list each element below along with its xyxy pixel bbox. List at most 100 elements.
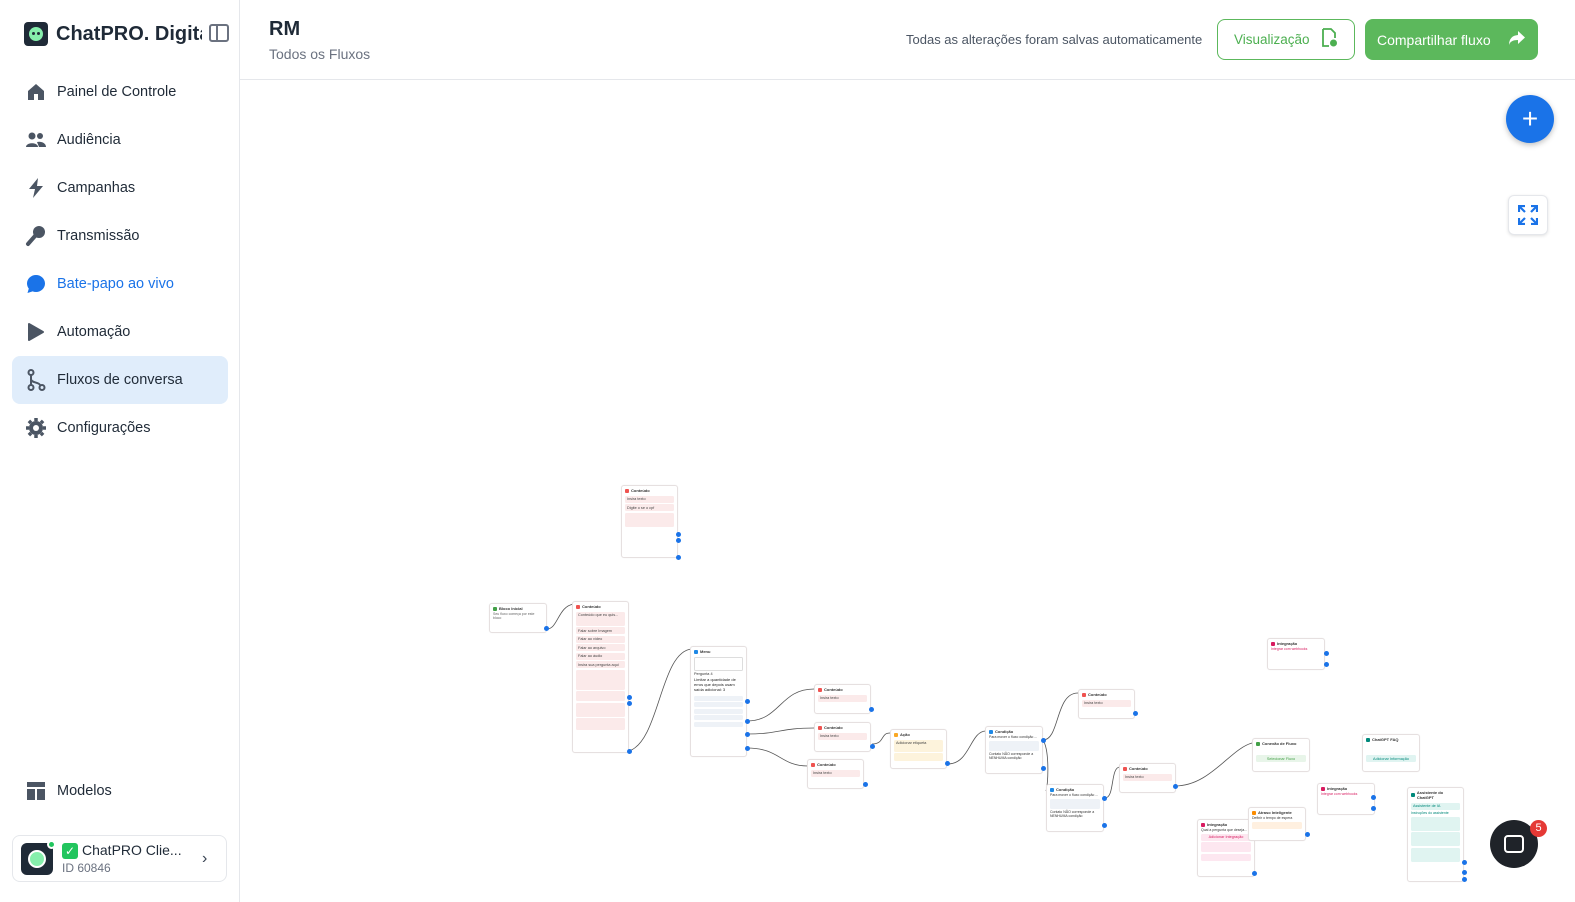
node-field[interactable] bbox=[694, 721, 743, 727]
node-field[interactable]: Digite o se o cpf bbox=[625, 504, 674, 511]
node-field[interactable] bbox=[1411, 847, 1460, 862]
connection-port[interactable] bbox=[1305, 832, 1310, 837]
breadcrumb[interactable]: Todos os Fluxos bbox=[269, 46, 370, 62]
node-field[interactable] bbox=[1411, 816, 1460, 831]
node-field[interactable]: Selecionar Fluxo bbox=[1256, 755, 1306, 762]
node-field[interactable]: Insira texto bbox=[1123, 773, 1172, 781]
node-field[interactable] bbox=[694, 715, 743, 721]
sidebar-item-audience[interactable]: Audiência bbox=[12, 116, 228, 164]
node-field[interactable] bbox=[694, 702, 743, 708]
connection-port[interactable] bbox=[676, 532, 681, 537]
node-field[interactable] bbox=[576, 718, 625, 730]
node-field[interactable]: Insira texto bbox=[1082, 699, 1131, 707]
connection-port[interactable] bbox=[627, 701, 632, 706]
node-field[interactable] bbox=[625, 512, 674, 527]
node-field[interactable]: Falar sobre Imagem bbox=[576, 627, 625, 634]
node-field[interactable]: Adicionar Integração bbox=[1201, 833, 1251, 841]
account-switcher[interactable]: ✓ ChatPRO Clie... ID 60846 › bbox=[12, 835, 227, 882]
node-field[interactable]: Insira texto bbox=[818, 694, 867, 702]
sidebar-item-campaigns[interactable]: Campanhas bbox=[12, 164, 228, 212]
node-field[interactable]: Conteúdo que eu quis... bbox=[576, 611, 625, 626]
node-field[interactable] bbox=[576, 669, 625, 690]
node-field[interactable]: Insira texto bbox=[625, 495, 674, 503]
connection-port[interactable] bbox=[1102, 796, 1107, 801]
node-field[interactable]: Insira texto bbox=[811, 769, 860, 777]
node-field[interactable]: Assistente de IA bbox=[1411, 802, 1460, 810]
connection-port[interactable] bbox=[676, 555, 681, 560]
action-node[interactable]: Ação Adicionar etiqueta bbox=[890, 729, 947, 769]
node-field[interactable]: Adicionar etiqueta bbox=[894, 739, 943, 752]
node-field[interactable] bbox=[694, 656, 743, 671]
condition-node[interactable]: Condição Para mover o fluxo condição ...… bbox=[985, 726, 1043, 774]
node-field[interactable] bbox=[894, 753, 943, 761]
connection-port[interactable] bbox=[1324, 651, 1329, 656]
connection-port[interactable] bbox=[1252, 871, 1257, 876]
connection-port[interactable] bbox=[676, 538, 681, 543]
content-node[interactable]: Conteúdo Insira texto bbox=[807, 759, 864, 789]
sidebar-item-templates[interactable]: Modelos bbox=[12, 767, 228, 815]
node-field[interactable] bbox=[1411, 832, 1460, 846]
content-node[interactable]: Conteúdo Insira texto bbox=[814, 684, 871, 714]
node-field[interactable] bbox=[1201, 853, 1251, 861]
node-field[interactable] bbox=[1201, 842, 1251, 852]
chatgpt-faq-node[interactable]: ChatGPT FAQ Adicionar Informação bbox=[1362, 734, 1420, 772]
connection-port[interactable] bbox=[745, 699, 750, 704]
connection-port[interactable] bbox=[1371, 806, 1376, 811]
connection-port[interactable] bbox=[1324, 662, 1329, 667]
integration-node[interactable]: Integração Integrar com webhooks bbox=[1267, 638, 1325, 670]
connection-port[interactable] bbox=[1462, 870, 1467, 875]
sidebar-item-flows[interactable]: Fluxos de conversa bbox=[12, 356, 228, 404]
content-node[interactable]: Conteúdo Insira texto bbox=[1078, 689, 1135, 719]
node-field[interactable] bbox=[989, 740, 1039, 751]
goto-flow-node[interactable]: Conexão de Fluxo Selecionar Fluxo bbox=[1252, 738, 1310, 772]
connection-port[interactable] bbox=[627, 695, 632, 700]
node-field[interactable]: Falar ao arquivo bbox=[576, 644, 625, 651]
node-field[interactable]: Falar ao áudio bbox=[576, 652, 625, 660]
content-node[interactable]: Conteúdo Insira texto bbox=[814, 722, 871, 752]
connection-port[interactable] bbox=[1173, 784, 1178, 789]
content-node[interactable]: Conteúdo Insira texto bbox=[1119, 763, 1176, 793]
connection-port[interactable] bbox=[745, 719, 750, 724]
sidebar-item-broadcast[interactable]: Transmissão bbox=[12, 212, 228, 260]
smart-delay-node[interactable]: Atraso Inteligente Definir o tempo de es… bbox=[1248, 807, 1306, 841]
node-field[interactable]: Insira texto bbox=[818, 732, 867, 740]
node-field[interactable]: Falar ao vídeo bbox=[576, 635, 625, 643]
connection-port[interactable] bbox=[945, 761, 950, 766]
condition-node[interactable]: Condição Para mover o fluxo condição ...… bbox=[1046, 784, 1104, 832]
start-node[interactable]: Bloco Inicial Seu fluxo começa por este … bbox=[489, 603, 547, 633]
connection-port[interactable] bbox=[627, 749, 632, 754]
preview-button[interactable]: Visualização bbox=[1217, 19, 1355, 60]
connection-port[interactable] bbox=[1371, 795, 1376, 800]
menu-node[interactable]: Menu Pergunta 4 Limitar a quantidade de … bbox=[690, 646, 747, 757]
connection-port[interactable] bbox=[544, 626, 549, 631]
connection-port[interactable] bbox=[1041, 766, 1046, 771]
collapse-sidebar-icon[interactable] bbox=[209, 24, 229, 42]
connection-port[interactable] bbox=[1041, 738, 1046, 743]
connection-port[interactable] bbox=[870, 744, 875, 749]
node-field[interactable] bbox=[1252, 821, 1302, 829]
add-node-button[interactable]: + bbox=[1506, 95, 1554, 143]
connection-port[interactable] bbox=[745, 732, 750, 737]
content-node[interactable]: Conteúdo Conteúdo que eu quis... Falar s… bbox=[572, 601, 629, 753]
node-field[interactable]: Insira sua pergunta aqui bbox=[576, 661, 625, 668]
connection-port[interactable] bbox=[1133, 711, 1138, 716]
node-field[interactable]: Adicionar Informação bbox=[1366, 755, 1416, 762]
connection-port[interactable] bbox=[1462, 860, 1467, 865]
share-flow-button[interactable]: Compartilhar fluxo bbox=[1365, 19, 1538, 60]
sidebar-item-automation[interactable]: Automação bbox=[12, 308, 228, 356]
integration-node[interactable]: Integração Integrar com webhooks bbox=[1317, 783, 1375, 815]
connection-port[interactable] bbox=[1462, 877, 1467, 882]
connection-port[interactable] bbox=[745, 746, 750, 751]
node-field[interactable] bbox=[1050, 798, 1100, 809]
integration-node[interactable]: Integração Qual a pergunta que deseja...… bbox=[1197, 819, 1255, 877]
sidebar-item-settings[interactable]: Configurações bbox=[12, 404, 228, 452]
content-node[interactable]: Conteúdo Insira texto Digite o se o cpf bbox=[621, 485, 678, 558]
node-field[interactable] bbox=[576, 702, 625, 717]
node-field[interactable] bbox=[694, 708, 743, 714]
fit-view-button[interactable] bbox=[1508, 195, 1548, 235]
node-field[interactable] bbox=[576, 691, 625, 701]
connection-port[interactable] bbox=[863, 782, 868, 787]
node-field[interactable] bbox=[694, 695, 743, 701]
sidebar-item-dashboard[interactable]: Painel de Controle bbox=[12, 68, 228, 116]
flow-canvas[interactable]: Conteúdo Insira texto Digite o se o cpf … bbox=[240, 81, 1575, 902]
